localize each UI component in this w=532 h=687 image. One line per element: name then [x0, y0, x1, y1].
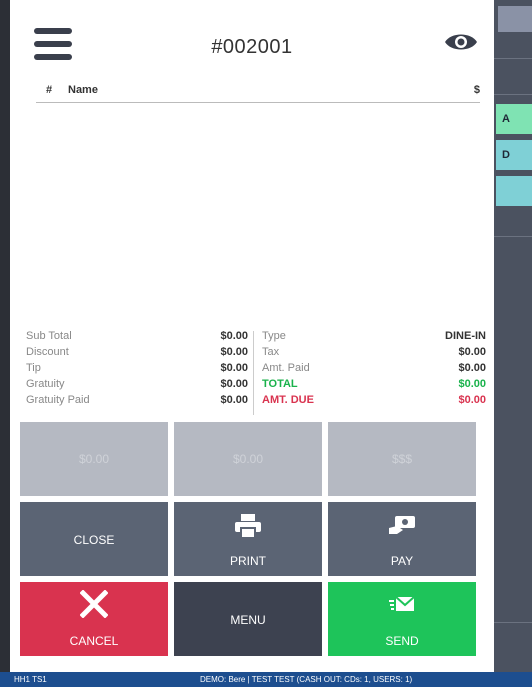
close-x-icon	[80, 590, 108, 618]
discount-value: $0.00	[220, 346, 248, 358]
right-panel-top-tile[interactable]	[498, 6, 532, 32]
column-number: #	[46, 84, 53, 96]
eye-icon[interactable]	[444, 30, 478, 54]
type-value: DINE-IN	[445, 330, 486, 342]
totals-divider	[253, 331, 254, 415]
amt-paid-label: Amt. Paid	[262, 362, 310, 374]
close-label: CLOSE	[73, 533, 115, 547]
send-button[interactable]: SEND	[328, 582, 476, 656]
right-background-panel: A D	[494, 0, 532, 672]
items-list[interactable]	[36, 104, 480, 324]
totals-row-total: TOTAL $0.00	[262, 378, 486, 394]
totals-row-amt-paid: Amt. Paid $0.00	[262, 362, 486, 378]
divider	[494, 622, 532, 623]
left-edge	[0, 0, 10, 672]
amt-paid-value: $0.00	[458, 362, 486, 374]
amt-due-label: AMT. DUE	[262, 394, 314, 406]
status-bar-left: HH1 TS1	[14, 675, 47, 684]
discount-label: Discount	[26, 346, 69, 358]
pay-label: PAY	[390, 554, 414, 568]
cancel-button[interactable]: CANCEL	[20, 582, 168, 656]
column-name: Name	[68, 84, 98, 96]
status-bar-center: DEMO: Bere | TEST TEST (CASH OUT: CDs: 1…	[200, 675, 413, 684]
quick-tender-label: $0.00	[78, 452, 110, 466]
subtotal-value: $0.00	[220, 330, 248, 342]
totals-row-tax: Tax $0.00	[262, 346, 486, 362]
order-number: #002001	[211, 36, 293, 58]
totals-row-discount: Discount $0.00	[26, 346, 248, 362]
right-panel-button-d[interactable]: D	[496, 140, 532, 170]
total-label: TOTAL	[262, 378, 298, 390]
send-envelope-icon	[389, 596, 415, 611]
pay-button[interactable]: PAY	[328, 502, 476, 576]
printer-icon	[235, 514, 261, 538]
totals-row-gratuity: Gratuity $0.00	[26, 378, 248, 394]
column-price: $	[473, 84, 480, 96]
quick-tender-button-3[interactable]: $$$	[328, 422, 476, 496]
totals-row-amt-due: AMT. DUE $0.00	[262, 394, 486, 410]
status-bar: HH1 TS1 DEMO: Bere | TEST TEST (CASH OUT…	[0, 672, 532, 687]
divider	[494, 94, 532, 95]
quick-tender-button-1[interactable]: $0.00	[20, 422, 168, 496]
gratuity-value: $0.00	[220, 378, 248, 390]
totals-row-type: Type DINE-IN	[262, 330, 486, 346]
divider	[494, 58, 532, 59]
amt-due-value: $0.00	[458, 394, 486, 406]
totals-row-subtotal: Sub Total $0.00	[26, 330, 248, 346]
items-table-header: # Name $	[36, 84, 480, 102]
print-label: PRINT	[230, 554, 266, 568]
quick-tender-label: $0.00	[232, 452, 264, 466]
close-button[interactable]: CLOSE	[20, 502, 168, 576]
cash-icon	[389, 516, 415, 534]
menu-label: MENU	[230, 613, 266, 627]
right-panel-button-blank[interactable]	[496, 176, 532, 206]
subtotal-label: Sub Total	[26, 330, 72, 342]
send-label: SEND	[385, 634, 419, 648]
cancel-label: CANCEL	[69, 634, 119, 648]
total-value: $0.00	[458, 378, 486, 390]
gratuity-paid-label: Gratuity Paid	[26, 394, 90, 406]
tip-label: Tip	[26, 362, 41, 374]
totals-row-gratuity-paid: Gratuity Paid $0.00	[26, 394, 248, 410]
right-panel-button-a[interactable]: A	[496, 104, 532, 134]
order-header: #002001	[10, 0, 494, 90]
quick-tender-label: $$$	[391, 452, 413, 466]
gratuity-label: Gratuity	[26, 378, 65, 390]
table-header-divider	[36, 102, 480, 103]
tip-value: $0.00	[220, 362, 248, 374]
quick-tender-button-2[interactable]: $0.00	[174, 422, 322, 496]
tax-label: Tax	[262, 346, 280, 358]
menu-button[interactable]: MENU	[174, 582, 322, 656]
type-label: Type	[262, 330, 286, 342]
gratuity-paid-value: $0.00	[220, 394, 248, 406]
divider	[494, 236, 532, 237]
totals-row-tip: Tip $0.00	[26, 362, 248, 378]
print-button[interactable]: PRINT	[174, 502, 322, 576]
tax-value: $0.00	[458, 346, 486, 358]
